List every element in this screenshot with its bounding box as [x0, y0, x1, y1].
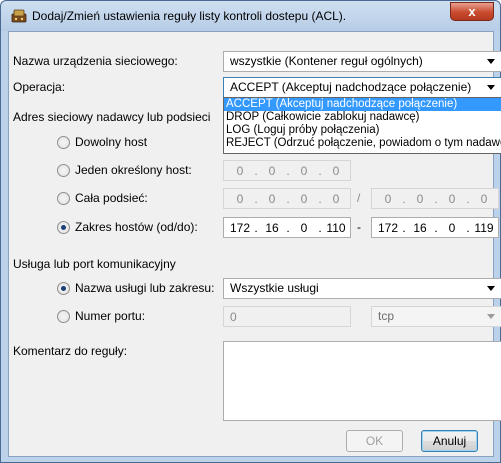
device-select-value: wszystkie (Kontener reguł ogólnych): [230, 54, 423, 68]
comment-label: Komentarz do reguły:: [13, 344, 128, 358]
comment-textarea[interactable]: [223, 341, 501, 421]
operation-option-drop[interactable]: DROP (Całkowicie zablokuj nadawcę): [224, 111, 501, 124]
port-number-label: Numer portu:: [75, 309, 146, 323]
single-host-ip-field[interactable]: 0 . 0 . 0 . 0: [223, 160, 351, 181]
ok-button[interactable]: OK: [346, 430, 403, 452]
subnet-mask-field[interactable]: 0 . 0 . 0 . 0: [371, 188, 499, 209]
cancel-button[interactable]: Anuluj: [421, 430, 478, 452]
operation-option-log[interactable]: LOG (Loguj próby połączenia): [224, 124, 501, 137]
address-section-label: Adres sieciowy nadawcy lub podsieci: [13, 110, 211, 124]
host-range-label: Zakres hostów (od/do):: [75, 220, 198, 234]
radio-host-range[interactable]: [57, 221, 70, 234]
chevron-down-icon: [487, 59, 495, 64]
device-select[interactable]: wszystkie (Kontener reguł ogólnych): [223, 51, 501, 72]
operation-dropdown-list: ACCEPT (Akceptuj nadchodzące połączenie)…: [223, 97, 501, 154]
port-number-value: 0: [230, 310, 237, 324]
operation-option-reject[interactable]: REJECT (Odrzuć połączenie, powiadom o ty…: [224, 137, 501, 150]
radio-subnet[interactable]: [57, 192, 70, 205]
range-from-ip-field[interactable]: 172 . 16 . 0 . 110: [223, 217, 351, 238]
acl-rule-dialog: Dodaj/Zmień ustawienia reguły listy kont…: [0, 0, 501, 463]
window-title: Dodaj/Zmień ustawienia reguły listy kont…: [32, 9, 347, 23]
operation-select-value: ACCEPT (Akceptuj nadchodzące połączenie): [230, 80, 472, 94]
radio-any-host[interactable]: [57, 136, 70, 149]
service-name-label: Nazwa usługi lub zakresu:: [75, 281, 215, 295]
dialog-body: Nazwa urządzenia sieciowego: wszystkie (…: [8, 31, 501, 457]
chevron-down-icon: [487, 314, 495, 319]
radio-single-host[interactable]: [57, 164, 70, 177]
range-dash: -: [357, 220, 361, 234]
operation-label: Operacja:: [13, 80, 66, 94]
chevron-down-icon: [487, 85, 495, 90]
service-section-label: Usługa lub port komunikacyjny: [13, 257, 176, 271]
protocol-value: tcp: [378, 309, 395, 323]
operation-select[interactable]: ACCEPT (Akceptuj nadchodzące połączenie): [223, 77, 501, 98]
subnet-ip-field[interactable]: 0 . 0 . 0 . 0: [223, 188, 351, 209]
any-host-label: Dowolny host: [75, 135, 148, 149]
title-bar[interactable]: Dodaj/Zmień ustawienia reguły listy kont…: [1, 1, 500, 31]
close-icon: x: [468, 4, 476, 19]
network-app-icon: [11, 9, 27, 23]
port-number-input[interactable]: 0: [223, 306, 351, 327]
subnet-slash: /: [357, 191, 361, 205]
range-to-ip-field[interactable]: 172 . 16 . 0 . 119: [371, 217, 499, 238]
close-button[interactable]: x: [450, 2, 494, 21]
operation-option-accept[interactable]: ACCEPT (Akceptuj nadchodzące połączenie): [224, 98, 501, 111]
device-label: Nazwa urządzenia sieciowego:: [13, 54, 178, 68]
radio-service-name[interactable]: [57, 282, 70, 295]
service-name-select[interactable]: Wszystkie usługi: [223, 278, 501, 299]
radio-port-number[interactable]: [57, 310, 70, 323]
subnet-label: Cała podsieć:: [75, 191, 148, 205]
protocol-select[interactable]: tcp: [371, 306, 501, 327]
chevron-down-icon: [487, 286, 495, 291]
service-name-value: Wszystkie usługi: [230, 281, 319, 295]
single-host-label: Jeden określony host:: [75, 163, 192, 177]
